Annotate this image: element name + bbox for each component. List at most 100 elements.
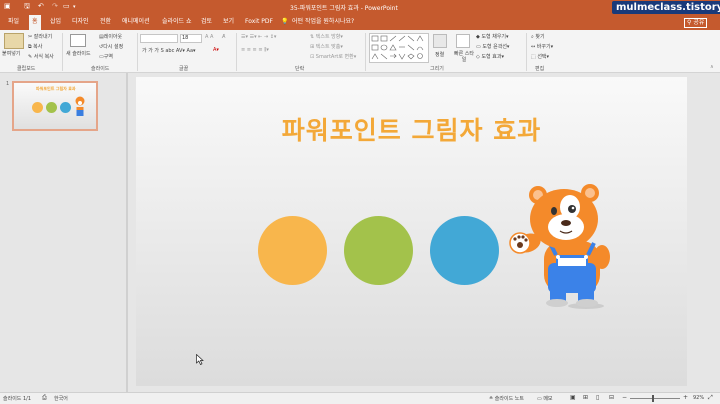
shape-outline-button[interactable]: ▭ 도형 윤곽선▾ bbox=[476, 43, 509, 50]
bear-character-image[interactable] bbox=[508, 181, 612, 313]
new-slide-button[interactable]: 새 슬라이드 bbox=[66, 50, 91, 57]
shape-outline-label: 도형 윤곽선 bbox=[482, 44, 507, 50]
mouse-cursor-icon bbox=[196, 354, 204, 365]
cut-button[interactable]: ✂ 잘라내기 bbox=[28, 33, 52, 40]
zoom-slider-thumb[interactable] bbox=[652, 395, 654, 402]
orange-circle-shape[interactable] bbox=[258, 216, 327, 285]
group-slides: 슬라이드 bbox=[91, 66, 110, 72]
group-clipboard: 클립보드 bbox=[17, 66, 36, 72]
new-slide-icon[interactable] bbox=[70, 34, 86, 47]
shape-fill-button[interactable]: ◆ 도형 채우기▾ bbox=[476, 33, 509, 40]
tab-slideshow[interactable]: 슬라이드 쇼 bbox=[160, 17, 194, 27]
format-painter-button[interactable]: ✎ 서식 복사 bbox=[28, 53, 54, 60]
tell-me-search[interactable]: 어떤 작업을 원하시나요? bbox=[290, 17, 356, 27]
font-size-select[interactable]: 18 bbox=[180, 34, 202, 43]
tab-home[interactable]: 홈 bbox=[29, 15, 41, 30]
replace-button[interactable]: ↔ 바꾸기▾ bbox=[531, 43, 553, 50]
zoom-level[interactable]: 92% bbox=[693, 395, 704, 401]
font-color-icon[interactable]: A▾ bbox=[213, 47, 219, 53]
present-icon[interactable]: ▭ bbox=[63, 2, 70, 10]
watermark: mulmeclass.tistory.com bbox=[612, 1, 720, 14]
slide-thumbnail-1[interactable]: 파워포인트 그림자 효과 bbox=[12, 81, 98, 131]
shape-effects-button[interactable]: ◇ 도형 효과▾ bbox=[476, 53, 504, 60]
copy-button[interactable]: ⧉ 복사 bbox=[28, 43, 42, 50]
select-button[interactable]: ⬚ 선택▾ bbox=[531, 53, 549, 60]
notes-button[interactable]: ≙ 슬라이드 노트 bbox=[489, 395, 524, 402]
share-label: 공유 bbox=[693, 19, 705, 26]
find-button[interactable]: ⌕ 찾기 bbox=[531, 33, 545, 40]
comments-button[interactable]: ▭ 메모 bbox=[537, 395, 553, 402]
align-text-button[interactable]: ⊞ 텍스트 맞춤▾ bbox=[310, 43, 343, 50]
reading-view-icon[interactable]: ▯ bbox=[596, 394, 599, 401]
grow-font-icon[interactable]: A A bbox=[205, 34, 213, 40]
spellcheck-icon[interactable]: ⎙ bbox=[42, 394, 47, 402]
tab-review[interactable]: 검토 bbox=[199, 17, 214, 27]
redo-icon[interactable]: ↷ bbox=[52, 2, 58, 10]
smartart-button[interactable]: ⊡ SmartArt로 변환▾ bbox=[310, 53, 356, 60]
thumbnail-green-circle bbox=[46, 102, 57, 113]
layout-label: 레이아웃 bbox=[103, 34, 123, 40]
arrange-icon[interactable] bbox=[433, 34, 447, 48]
section-button[interactable]: ▭구역 bbox=[99, 53, 113, 60]
shapes-gallery-icons bbox=[371, 35, 424, 60]
tab-foxit-pdf[interactable]: Foxit PDF bbox=[243, 17, 275, 27]
thumbnail-number: 1 bbox=[6, 81, 10, 87]
tab-insert[interactable]: 삽입 bbox=[48, 17, 63, 27]
group-editing: 편집 bbox=[535, 66, 545, 72]
customize-qat-icon[interactable]: ▾ bbox=[73, 4, 76, 10]
format-painter-label: 서식 복사 bbox=[33, 54, 54, 60]
zoom-out-icon[interactable]: − bbox=[622, 394, 627, 401]
fit-to-window-icon[interactable]: ⤢ bbox=[708, 394, 713, 402]
shape-fill-label: 도형 채우기 bbox=[481, 34, 507, 40]
tab-view[interactable]: 보기 bbox=[221, 17, 236, 27]
zoom-in-icon[interactable]: + bbox=[683, 394, 688, 401]
group-font: 글꼴 bbox=[179, 66, 189, 72]
slideshow-icon[interactable]: ⊟ bbox=[609, 394, 614, 401]
paste-button[interactable]: 붙여넣기 bbox=[2, 50, 20, 57]
paste-icon[interactable] bbox=[4, 33, 24, 49]
slide-canvas[interactable]: 파워포인트 그림자 효과 bbox=[136, 77, 687, 386]
normal-view-icon[interactable]: ▣ bbox=[570, 394, 576, 401]
text-direction-button[interactable]: ⇅ 텍스트 방향▾ bbox=[310, 33, 343, 40]
pane-splitter[interactable] bbox=[126, 73, 128, 392]
font-family-select[interactable] bbox=[140, 34, 178, 43]
align-text-label: 텍스트 맞춤 bbox=[315, 44, 341, 50]
undo-icon[interactable]: ↶ bbox=[38, 2, 44, 10]
blue-circle-shape[interactable] bbox=[430, 216, 499, 285]
language-indicator[interactable]: 한국어 bbox=[54, 395, 68, 402]
text-direction-label: 텍스트 방향 bbox=[315, 34, 341, 40]
font-style-buttons[interactable]: 가 가 가 S abc AV▾ Aa▾ bbox=[142, 47, 196, 54]
align-buttons[interactable]: ≡ ≡ ≡ ≡ ⫼▾ bbox=[241, 47, 269, 53]
shapes-gallery[interactable] bbox=[369, 33, 429, 63]
green-circle-shape[interactable] bbox=[344, 216, 413, 285]
select-label: 선택 bbox=[537, 54, 547, 60]
share-button[interactable]: ⚲ 공유 bbox=[684, 18, 708, 28]
tab-design[interactable]: 디자인 bbox=[70, 17, 91, 27]
arrange-button[interactable]: 정렬 bbox=[435, 51, 444, 58]
zoom-slider[interactable] bbox=[630, 398, 680, 399]
collapse-ribbon-icon[interactable]: ∧ bbox=[710, 64, 714, 70]
tab-file[interactable]: 파일 bbox=[6, 17, 21, 27]
lightbulb-icon: 💡 bbox=[281, 18, 289, 25]
separator bbox=[365, 33, 366, 71]
tab-animations[interactable]: 애니메이션 bbox=[120, 17, 152, 27]
reset-button[interactable]: ↺다시 설정 bbox=[99, 43, 123, 50]
reset-label: 다시 설정 bbox=[103, 44, 124, 50]
clear-format-icon[interactable]: A̸ bbox=[222, 34, 225, 40]
group-drawing: 그리기 bbox=[430, 66, 444, 72]
notes-label: 슬라이드 노트 bbox=[494, 396, 524, 402]
replace-label: 바꾸기 bbox=[536, 44, 551, 50]
slide-title[interactable]: 파워포인트 그림자 효과 bbox=[136, 111, 687, 147]
save-icon[interactable]: 🖫 bbox=[24, 2, 30, 13]
slide-thumbnail-pane: 1 파워포인트 그림자 효과 bbox=[0, 73, 128, 392]
list-buttons[interactable]: ☰▾ ☰▾ ⇤ ⇥ ↕▾ bbox=[241, 34, 276, 40]
layout-button[interactable]: ▤레이아웃 bbox=[99, 33, 122, 40]
cut-label: 잘라내기 bbox=[33, 34, 53, 40]
ribbon-tabs: 파일 홈 삽입 디자인 전환 애니메이션 슬라이드 쇼 검토 보기 Foxit … bbox=[0, 14, 720, 30]
quick-styles-icon[interactable] bbox=[456, 34, 470, 48]
quick-styles-button[interactable]: 빠른 스타일 bbox=[452, 51, 476, 63]
thumbnail-orange-circle bbox=[32, 102, 43, 113]
separator bbox=[137, 33, 138, 71]
tab-transitions[interactable]: 전환 bbox=[98, 17, 113, 27]
slide-sorter-icon[interactable]: ⊞ bbox=[583, 394, 588, 401]
